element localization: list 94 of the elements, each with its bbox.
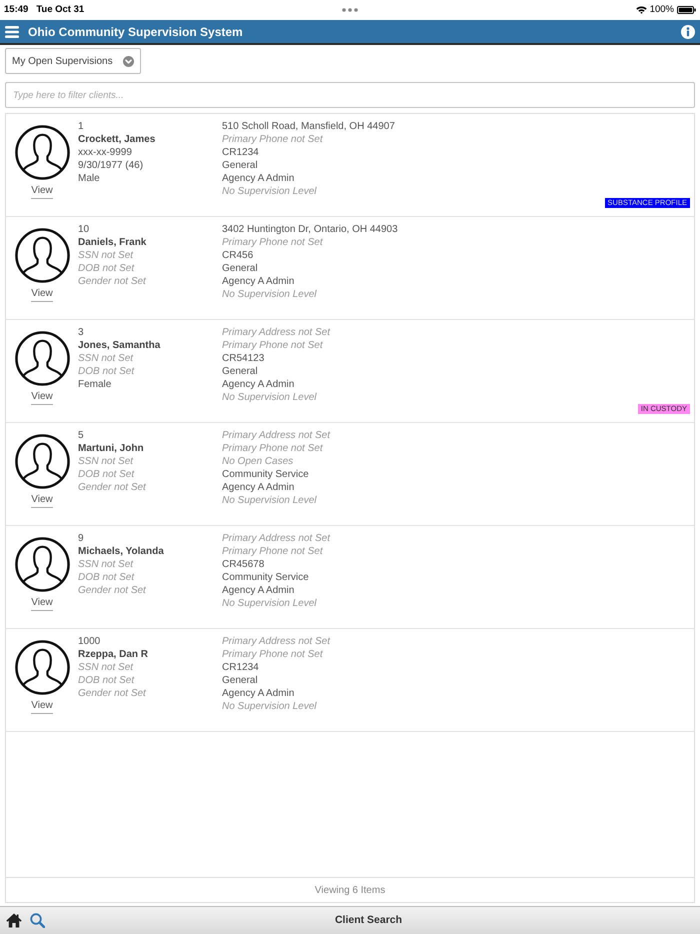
avatar-icon <box>14 640 70 695</box>
client-detail: Gender not Set <box>78 687 146 700</box>
client-info: General <box>222 262 258 275</box>
client-detail: SSN not Set <box>78 558 134 571</box>
item-count: Viewing 6 Items <box>6 877 694 902</box>
client-detail: SSN not Set <box>78 249 134 262</box>
avatar-icon <box>14 331 70 386</box>
client-number: 5 <box>78 429 84 442</box>
client-info: Primary Phone not Set <box>222 648 323 661</box>
view-link[interactable]: View <box>31 597 53 611</box>
client-info: Primary Address not Set <box>222 326 330 339</box>
client-name: Rzeppa, Dan R <box>78 648 148 661</box>
wifi-icon <box>636 6 647 14</box>
client-info: No Supervision Level <box>222 288 316 301</box>
client-name: Crockett, James <box>78 133 156 146</box>
client-info: General <box>222 159 258 172</box>
view-link[interactable]: View <box>31 494 53 508</box>
app-title: Ohio Community Supervision System <box>28 24 243 40</box>
client-info: Agency A Admin <box>222 275 294 288</box>
search-icon[interactable] <box>30 913 45 928</box>
client-info: Primary Phone not Set <box>222 339 323 352</box>
screen-title: Client Search <box>334 912 404 928</box>
client-detail: SSN not Set <box>78 352 134 365</box>
client-info: Agency A Admin <box>222 584 294 597</box>
client-info: Primary Address not Set <box>222 635 330 648</box>
client-detail: Gender not Set <box>78 481 146 494</box>
avatar-icon <box>14 434 70 489</box>
client-info: No Supervision Level <box>222 494 316 507</box>
client-name: Martuni, John <box>78 442 144 455</box>
status-time: 15:49 <box>4 2 28 17</box>
client-info: CR1234 <box>222 661 259 674</box>
client-number: 10 <box>78 223 90 236</box>
view-link[interactable]: View <box>31 185 53 199</box>
client-info: Community Service <box>222 468 309 481</box>
client-detail: DOB not Set <box>78 571 134 584</box>
client-info: Agency A Admin <box>222 481 294 494</box>
client-detail: SSN not Set <box>78 661 134 674</box>
battery-icon <box>677 6 696 14</box>
avatar-icon <box>14 228 70 283</box>
client-name: Daniels, Frank <box>78 236 146 249</box>
client-number: 1 <box>78 120 84 133</box>
home-icon[interactable] <box>6 913 22 928</box>
client-info: Primary Phone not Set <box>222 133 323 146</box>
client-info: No Supervision Level <box>222 391 316 404</box>
client-info: No Supervision Level <box>222 185 316 198</box>
avatar-icon <box>14 125 70 180</box>
client-detail: Gender not Set <box>78 275 146 288</box>
client-info: 510 Scholl Road, Mansfield, OH 44907 <box>222 120 395 133</box>
client-info: 3402 Huntington Dr, Ontario, OH 44903 <box>222 223 398 236</box>
client-detail: Female <box>78 378 112 391</box>
client-info: CR45678 <box>222 558 264 571</box>
client-info: No Supervision Level <box>222 597 316 610</box>
client-name: Michaels, Yolanda <box>78 545 164 558</box>
client-info: CR54123 <box>222 352 264 365</box>
client-info: No Supervision Level <box>222 700 316 713</box>
view-link[interactable]: View <box>31 288 53 302</box>
client-number: 9 <box>78 532 84 545</box>
client-info: Agency A Admin <box>222 687 294 700</box>
client-info: Community Service <box>222 571 309 584</box>
status-date: Tue Oct 31 <box>36 2 84 17</box>
client-info: Primary Address not Set <box>222 429 330 442</box>
avatar-icon <box>14 537 70 592</box>
view-link[interactable]: View <box>31 700 53 714</box>
battery-percent: 100% <box>650 2 674 17</box>
client-info: Primary Phone not Set <box>222 442 323 455</box>
view-link[interactable]: View <box>31 391 53 405</box>
client-detail: DOB not Set <box>78 468 134 481</box>
client-detail: Male <box>78 172 100 185</box>
filter-field[interactable]: Type here to filter clients... <box>5 82 695 108</box>
client-name: Jones, Samantha <box>78 339 160 352</box>
client-info: No Open Cases <box>222 455 294 468</box>
client-info: Agency A Admin <box>222 378 294 391</box>
client-number: 3 <box>78 326 84 339</box>
client-info: Agency A Admin <box>222 172 294 185</box>
client-detail: DOB not Set <box>78 674 134 687</box>
client-info: Primary Address not Set <box>222 532 330 545</box>
client-detail: DOB not Set <box>78 262 134 275</box>
chevron-down-icon <box>123 56 134 66</box>
client-info: Primary Phone not Set <box>222 545 323 558</box>
client-info: CR1234 <box>222 146 259 159</box>
client-info: General <box>222 365 258 378</box>
client-info: CR456 <box>222 249 254 262</box>
multitasking-dots-icon <box>342 8 358 12</box>
client-detail: Gender not Set <box>78 584 146 597</box>
client-detail: xxx-xx-9999 <box>78 146 132 159</box>
client-detail: SSN not Set <box>78 455 134 468</box>
filter-dropdown[interactable]: My Open Supervisions <box>5 48 141 74</box>
client-detail: DOB not Set <box>78 365 134 378</box>
menu-icon[interactable] <box>5 26 19 38</box>
info-icon[interactable] <box>681 24 695 38</box>
client-number: 1000 <box>78 635 100 648</box>
client-detail: 9/30/1977 (46) <box>78 159 144 172</box>
client-info: General <box>222 674 258 687</box>
client-info: Primary Phone not Set <box>222 236 323 249</box>
